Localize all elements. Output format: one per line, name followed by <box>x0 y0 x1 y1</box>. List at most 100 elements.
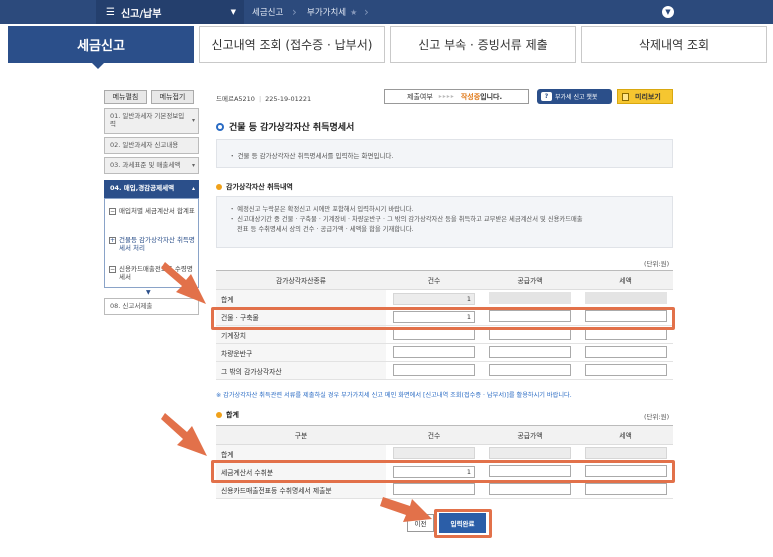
collapse-icon: − <box>109 208 116 215</box>
taxpayer-id: 드메르A5210 | 225-19-01221 <box>216 93 311 103</box>
menu-button[interactable]: ☰ 신고/납부 ▼ <box>96 0 244 24</box>
substep-purchase-invoice[interactable]: − 매입처별 세금계산서 합계표 <box>109 207 197 215</box>
supply-amount-input[interactable] <box>489 464 571 477</box>
sidebar-step-4[interactable]: 04. 매입,경감공제세액 ▴ <box>104 180 199 198</box>
submission-status: 제출여부 ▸▸▸▸ 작성중 입니다. <box>384 89 529 104</box>
tax-amount-field <box>584 291 667 304</box>
form-code: 드메르A5210 <box>216 95 255 103</box>
row-label: 신용카드매출전표등 수취명세서 제출분 <box>216 480 386 499</box>
step-label: 03. 과세표준 및 매출세액 <box>110 161 181 169</box>
tab-deleted-history[interactable]: 삭제내역 조회 <box>581 26 767 63</box>
table-row-credit-card: 신용카드매출전표등 수취명세서 제출분 <box>216 480 673 499</box>
unit-label: (단위:원) <box>644 413 670 421</box>
supply-amount-input[interactable] <box>489 327 571 340</box>
status-value: 작성중 <box>460 92 481 101</box>
section-heading-text: 감가상각자산 취득내역 <box>226 183 293 191</box>
count-input[interactable]: 1 <box>393 465 475 478</box>
section-bullet-icon <box>216 412 222 418</box>
count-input[interactable] <box>393 482 475 495</box>
count-field: 1 <box>393 292 475 305</box>
substep-credit-card[interactable]: − 신용카드매출전표등 수령명세서 <box>109 265 197 282</box>
supply-amount-field <box>489 291 571 304</box>
column-header: 세액 <box>578 425 673 445</box>
supply-amount-input[interactable] <box>489 345 571 358</box>
table-row-tax-invoice: 세금계산서 수취분 1 <box>216 462 673 481</box>
help-icon: ? <box>541 92 552 101</box>
sidebar-step-2[interactable]: 02. 일반과세자 신고내용 <box>104 137 199 154</box>
menu-expand-button[interactable]: 메뉴펼침 <box>104 90 147 104</box>
chevron-up-icon: ▴ <box>191 185 195 193</box>
tax-amount-input[interactable] <box>584 482 667 495</box>
status-tail: 입니다. <box>480 92 503 101</box>
tax-amount-input[interactable] <box>584 363 667 376</box>
preview-label: 미리보기 <box>635 92 661 101</box>
breadcrumb-label: 부가가치세 <box>307 8 347 18</box>
table-row-other-assets: 그 밖의 감가상각자산 <box>216 361 673 380</box>
note-line: ・ 예정신고 누락분은 확정신고 시에만 포함해서 입력하시기 바랍니다. <box>229 206 414 213</box>
tab-return-history[interactable]: 신고내역 조회 (접수증 · 납부서) <box>199 26 385 63</box>
column-header: 세액 <box>578 270 673 290</box>
progress-arrows-icon: ▸▸▸▸ <box>438 93 455 100</box>
column-header: 건수 <box>386 425 482 445</box>
collapse-icon: − <box>109 266 116 273</box>
table-row-vehicles: 차량운반구 <box>216 343 673 362</box>
column-header: 구분 <box>216 425 386 445</box>
breadcrumb-item-current[interactable]: 부가가치세 ★ <box>307 0 357 24</box>
expand-icon[interactable]: ▼ <box>662 6 674 18</box>
step-label: 01. 일반과세자 기본정보입력 <box>110 112 185 129</box>
column-header: 공급가액 <box>482 270 578 290</box>
step-label: 04. 매입,경감공제세액 <box>110 184 175 192</box>
tax-amount-field <box>584 446 667 459</box>
chevron-right-icon: › <box>364 5 369 19</box>
tab-tax-return[interactable]: 세금신고 <box>8 26 194 63</box>
count-input[interactable] <box>393 327 475 340</box>
column-header: 감가상각자산종류 <box>216 270 386 290</box>
tax-amount-input[interactable] <box>584 327 667 340</box>
previous-button[interactable]: 이전 <box>407 514 434 532</box>
document-icon <box>622 92 629 101</box>
arrow-down-icon: ▼ <box>146 289 151 296</box>
breadcrumb-item[interactable]: 세금신고 <box>252 0 283 24</box>
info-text: ・ 건물 등 감가상각자산 취득명세서를 입력하는 화면입니다. <box>229 152 394 160</box>
count-input[interactable]: 1 <box>393 310 475 323</box>
sidebar-step-1[interactable]: 01. 일반과세자 기본정보입력 ▾ <box>104 108 199 134</box>
caret-down-icon: ▼ <box>230 8 236 16</box>
star-icon[interactable]: ★ <box>350 8 357 17</box>
arrow-icon <box>161 413 207 456</box>
top-nav-bar: ☰ 신고/납부 ▼ 세금신고 › 부가가치세 ★ › ▼ <box>0 0 773 24</box>
supply-amount-input[interactable] <box>489 309 571 322</box>
tax-amount-input[interactable] <box>584 345 667 358</box>
tax-amount-input[interactable] <box>584 309 667 322</box>
row-label: 차량운반구 <box>216 343 386 362</box>
supply-amount-input[interactable] <box>489 482 571 495</box>
menu-collapse-button[interactable]: 메뉴접기 <box>151 90 194 104</box>
chevron-down-icon: ▾ <box>191 161 195 169</box>
divider: | <box>258 95 262 103</box>
step-label: 02. 일반과세자 신고내용 <box>110 141 179 149</box>
note-line: ・ 신고대상기간 중 건물 · 구축물 · 기계장비 · 차량운반구 · 그 밖… <box>229 215 583 223</box>
count-field <box>393 446 475 459</box>
chatbot-label: 부가세 신고 챗봇 <box>555 94 598 101</box>
sidebar-step-3[interactable]: 03. 과세표준 및 매출세액 ▾ <box>104 157 199 174</box>
input-complete-button[interactable]: 입력완료 <box>439 513 486 533</box>
tax-amount-input[interactable] <box>584 464 667 477</box>
status-label: 제출여부 <box>407 92 433 101</box>
preview-button[interactable]: 미리보기 <box>617 89 673 104</box>
section-bullet-icon <box>216 184 222 190</box>
info-box: ・ 건물 등 감가상각자산 취득명세서를 입력하는 화면입니다. <box>216 139 673 168</box>
step-label: 08. 신고서제출 <box>110 302 153 310</box>
chevron-down-icon: ▾ <box>191 117 195 125</box>
menu-label: 신고/납부 <box>120 8 162 20</box>
row-label: 그 밖의 감가상각자산 <box>216 361 386 380</box>
chatbot-button[interactable]: ? 부가세 신고 챗봇 <box>537 89 612 104</box>
count-input[interactable] <box>393 363 475 376</box>
tab-pointer <box>92 63 104 69</box>
count-input[interactable] <box>393 345 475 358</box>
tab-attachments[interactable]: 신고 부속 · 증빙서류 제출 <box>390 26 576 63</box>
substep-depreciable-assets[interactable]: + 건물등 감가상각자산 취득명세서 처리 <box>109 236 197 253</box>
table-row-machinery: 기계장치 <box>216 325 673 344</box>
sidebar-step-8[interactable]: 08. 신고서제출 <box>104 298 199 315</box>
supply-amount-input[interactable] <box>489 363 571 376</box>
footnote: ※ 감가상각자산 취득관련 서류를 제출하실 경우 부가가치세 신고 메인 화면… <box>216 392 572 399</box>
page-title-text: 건물 등 감가상각자산 취득명세서 <box>229 123 355 133</box>
